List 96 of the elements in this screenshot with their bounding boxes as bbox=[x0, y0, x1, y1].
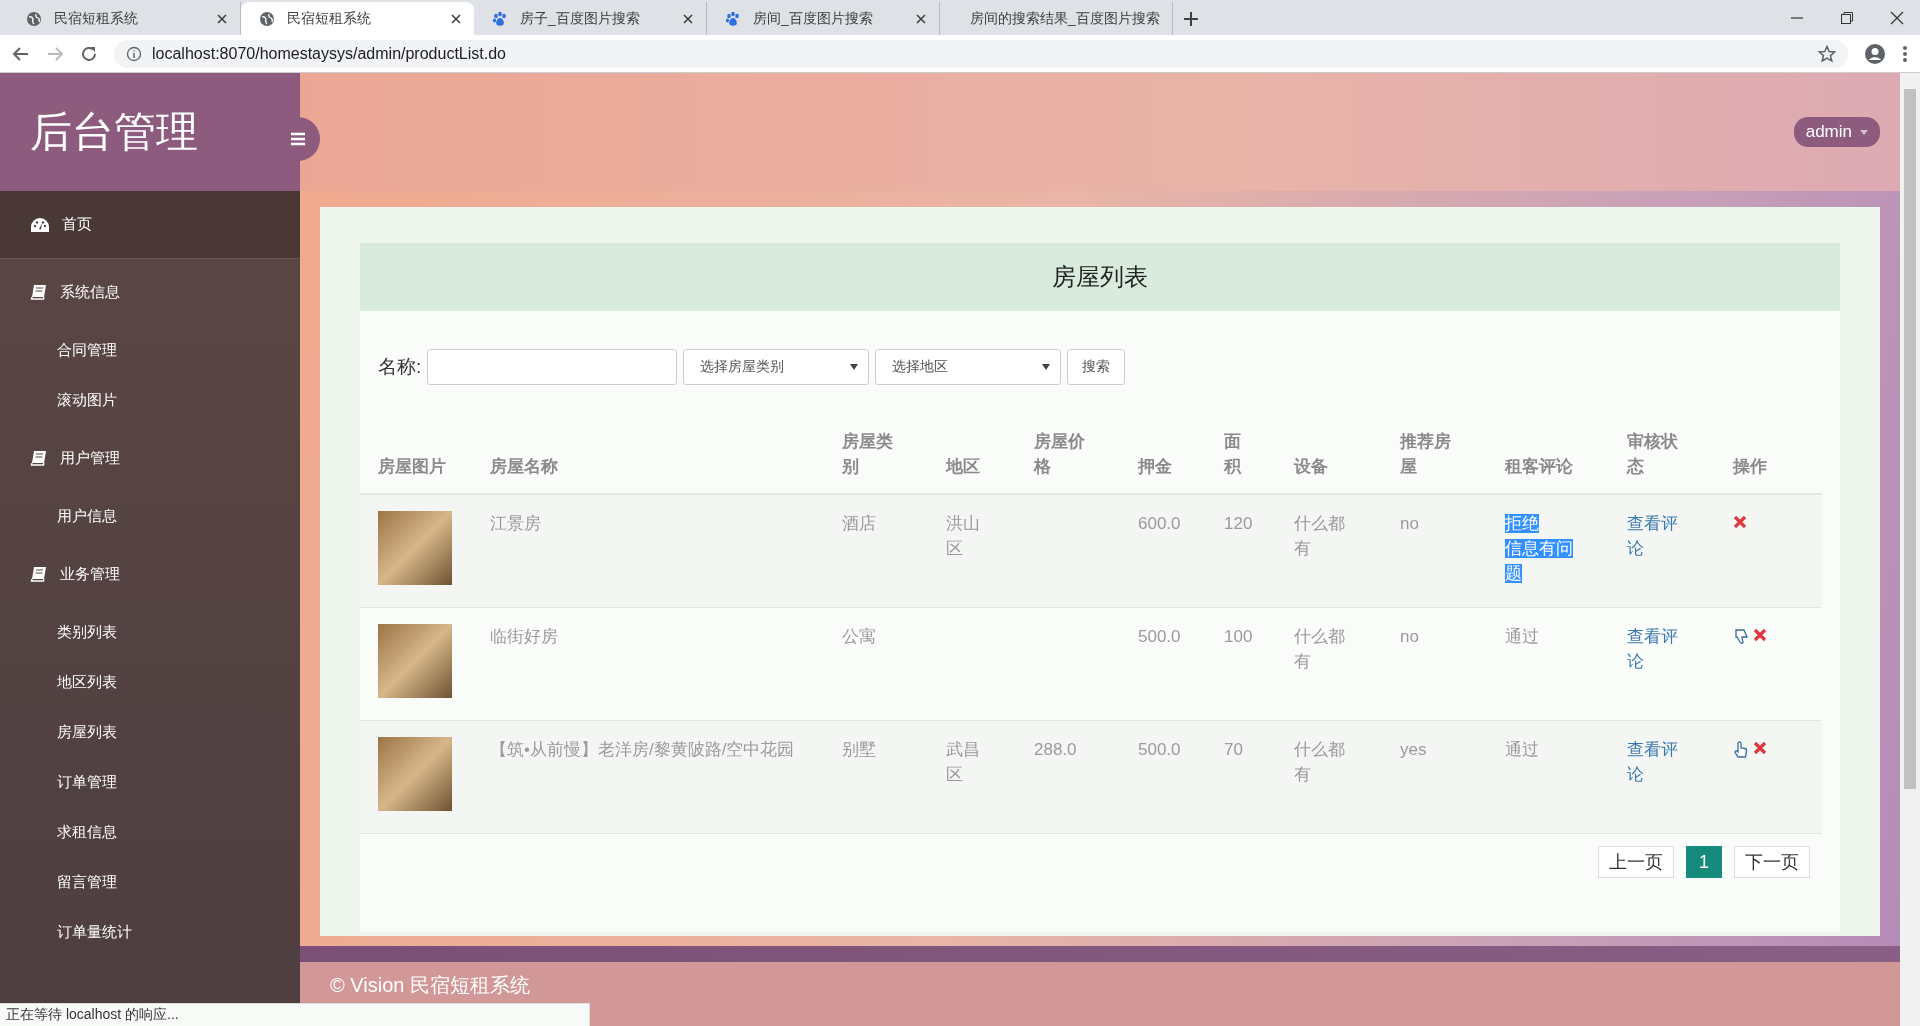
panel-title: 房屋列表 bbox=[360, 243, 1840, 311]
restore-icon[interactable] bbox=[1840, 10, 1854, 25]
book-icon bbox=[30, 284, 48, 300]
sidebar-item[interactable]: 系统信息 bbox=[0, 259, 300, 325]
globe-icon bbox=[259, 10, 275, 27]
table-cell-text: 江景房 bbox=[490, 513, 541, 535]
table-cell-text: 别墅 bbox=[842, 739, 876, 761]
sidebar-subitem[interactable]: 类别列表 bbox=[0, 607, 300, 657]
sidebar-subitem[interactable]: 订单量统计 bbox=[0, 907, 300, 957]
sidebar-subitem[interactable]: 留言管理 bbox=[0, 857, 300, 907]
view-reviews-link[interactable]: 查看评论 bbox=[1627, 624, 1680, 674]
column-header: 操作 bbox=[1733, 456, 1767, 478]
paw-icon bbox=[725, 10, 741, 27]
table-cell-text: 500.0 bbox=[1138, 739, 1181, 761]
previous-page-button[interactable]: 上一页 bbox=[1598, 846, 1674, 878]
user-menu-button[interactable]: admin bbox=[1793, 117, 1880, 147]
table-cell-text: 70 bbox=[1224, 739, 1243, 761]
dashboard-icon bbox=[30, 216, 50, 233]
sidebar-subitem[interactable]: 订单管理 bbox=[0, 757, 300, 807]
column-header: 房屋类别 bbox=[842, 431, 894, 478]
field-label: 名称: bbox=[378, 355, 422, 379]
column-header: 房屋图片 bbox=[378, 456, 446, 478]
table-cell-text: 什么都有 bbox=[1294, 626, 1346, 673]
page-number-button[interactable]: 1 bbox=[1686, 846, 1722, 878]
table-cell-text: 公寓 bbox=[842, 626, 876, 648]
sidebar-subitem[interactable]: 房屋列表 bbox=[0, 707, 300, 757]
book-icon bbox=[30, 566, 48, 582]
thumb-down-icon[interactable] bbox=[1733, 628, 1749, 646]
table-cell-text: yes bbox=[1400, 739, 1427, 761]
table-cell-text: 拒绝 信息有问题 bbox=[1505, 513, 1574, 585]
sidebar-item[interactable]: 首页 bbox=[0, 191, 300, 259]
delete-x-icon[interactable] bbox=[1733, 515, 1747, 529]
next-page-button[interactable]: 下一页 bbox=[1734, 846, 1810, 878]
table-cell-text: 通过 bbox=[1505, 626, 1539, 648]
dropdown-select[interactable]: 选择地区 bbox=[875, 349, 1062, 385]
table-cell-text: 【筑•从前慢】老洋房/黎黄陂路/空中花园 bbox=[490, 739, 795, 761]
footer-text: © Vision 民宿短租系统 bbox=[300, 962, 1900, 1026]
close-icon[interactable] bbox=[1890, 10, 1904, 25]
status-bar-text: 正在等待 localhost 的响应... bbox=[0, 1003, 590, 1026]
view-reviews-link[interactable]: 查看评论 bbox=[1627, 511, 1680, 561]
menu-icon bbox=[290, 132, 306, 146]
column-header: 押金 bbox=[1138, 456, 1172, 478]
pointing-hand-icon[interactable] bbox=[1733, 741, 1749, 759]
column-header: 地区 bbox=[946, 456, 980, 478]
table-cell-text: 什么都有 bbox=[1294, 739, 1346, 786]
delete-x-icon[interactable] bbox=[1753, 628, 1767, 642]
sidebar-item[interactable]: 业务管理 bbox=[0, 541, 300, 607]
caret-icon bbox=[1860, 129, 1868, 135]
name-input-field[interactable] bbox=[427, 349, 678, 385]
column-header: 房屋名称 bbox=[490, 456, 558, 478]
sidebar-item[interactable]: 用户管理 bbox=[0, 425, 300, 491]
table-cell-text: 武昌区 bbox=[946, 739, 981, 786]
sidebar-subitem[interactable]: 地区列表 bbox=[0, 657, 300, 707]
new-tab-icon[interactable] bbox=[1183, 11, 1199, 27]
column-header: 房屋价格 bbox=[1034, 431, 1086, 478]
sidebar-subitem[interactable]: 滚动图片 bbox=[0, 375, 300, 425]
column-header: 审核状态 bbox=[1627, 431, 1679, 478]
column-header: 推荐房屋 bbox=[1400, 431, 1452, 478]
scrollbar-thumb[interactable] bbox=[1904, 89, 1916, 789]
sidebar-subitem[interactable]: 合同管理 bbox=[0, 325, 300, 375]
table-cell-text: no bbox=[1400, 513, 1419, 535]
paw-icon bbox=[492, 10, 508, 27]
table-cell-text: 什么都有 bbox=[1294, 513, 1346, 560]
column-header: 设备 bbox=[1294, 456, 1328, 478]
address-bar[interactable]: localhost:8070/homestaysys/admin/productList.do bbox=[114, 39, 1848, 68]
delete-x-icon[interactable] bbox=[1753, 741, 1767, 755]
dropdown-select[interactable]: 选择房屋类别 bbox=[683, 349, 870, 385]
column-header: 租客评论 bbox=[1505, 456, 1573, 478]
table-cell-text: no bbox=[1400, 626, 1419, 648]
book-icon bbox=[30, 450, 48, 466]
table-cell-text: 临街好房 bbox=[490, 626, 558, 648]
browser-tab[interactable]: 民宿短租系统 bbox=[241, 2, 474, 35]
table-cell-text: 100 bbox=[1224, 626, 1253, 648]
sidebar-subitem[interactable]: 求租信息 bbox=[0, 807, 300, 857]
view-reviews-link[interactable]: 查看评论 bbox=[1627, 737, 1680, 787]
url-text: localhost:8070/homestaysys/admin/productList.do bbox=[152, 44, 507, 63]
more-menu-icon[interactable] bbox=[1902, 44, 1908, 63]
table-cell-text: 通过 bbox=[1505, 739, 1539, 761]
table-cell-text: 600.0 bbox=[1138, 513, 1181, 535]
caret-icon bbox=[1042, 364, 1051, 370]
table-cell-text: 酒店 bbox=[842, 513, 876, 535]
star-icon[interactable] bbox=[1818, 44, 1836, 63]
caret-icon bbox=[850, 364, 859, 370]
globe-icon bbox=[26, 10, 42, 27]
info-icon bbox=[126, 45, 142, 62]
account-icon[interactable] bbox=[1864, 42, 1886, 65]
column-header: 面积 bbox=[1224, 431, 1243, 478]
table-cell-text: 500.0 bbox=[1138, 626, 1181, 648]
reload-icon[interactable] bbox=[80, 44, 98, 63]
sidebar-subitem[interactable]: 用户信息 bbox=[0, 491, 300, 541]
sidebar-title: 后台管理 bbox=[0, 73, 300, 191]
table-cell-text: 洪山区 bbox=[946, 513, 981, 560]
table-cell-text: 120 bbox=[1224, 513, 1253, 535]
table-cell-text: 288.0 bbox=[1034, 739, 1077, 761]
back-arrow-icon[interactable] bbox=[12, 44, 30, 63]
search-button[interactable]: 搜索 bbox=[1067, 349, 1126, 385]
